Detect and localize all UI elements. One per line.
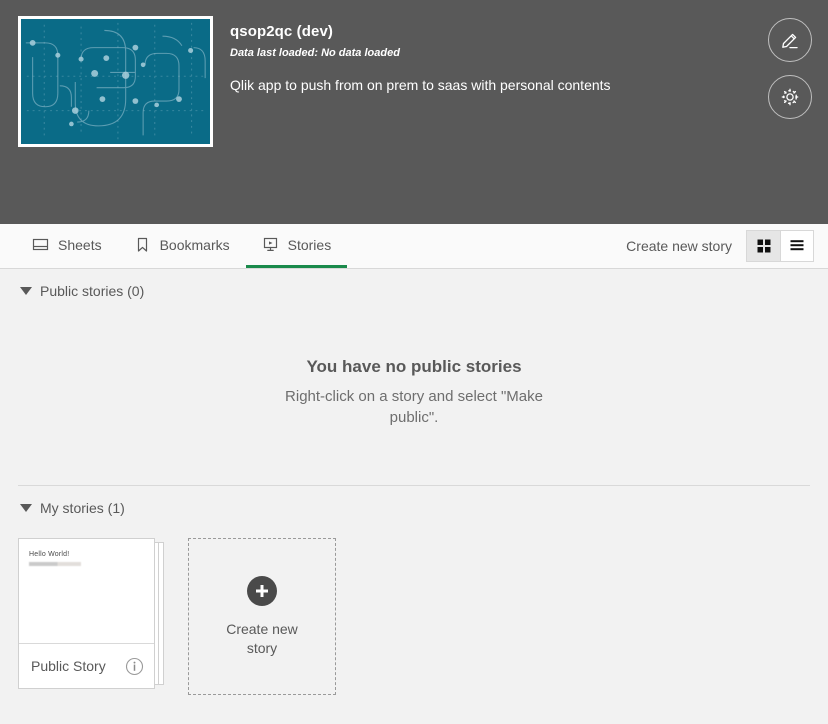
empty-state-subtitle: Right-click on a story and select "Make … <box>285 388 543 427</box>
app-settings-button[interactable] <box>768 75 812 119</box>
tab-sheets[interactable]: Sheets <box>16 224 118 268</box>
story-card-list: Hello World! Public Story Create new sto… <box>0 516 828 696</box>
plus-icon <box>247 576 277 607</box>
gear-icon <box>781 88 799 106</box>
app-header: qsop2qc (dev) Data last loaded: No data … <box>0 0 828 224</box>
public-stories-heading: Public stories (0) <box>40 283 145 299</box>
my-stories-heading: My stories (1) <box>40 500 125 517</box>
chevron-down-icon <box>20 287 32 295</box>
story-card[interactable]: Hello World! Public Story <box>18 538 164 690</box>
list-view-button[interactable] <box>780 231 813 261</box>
app-thumbnail-graphic <box>21 19 210 144</box>
view-toggle <box>746 230 814 262</box>
edit-app-button[interactable] <box>768 18 812 62</box>
story-thumbnail-subtitle <box>29 561 81 566</box>
list-icon <box>790 240 804 251</box>
story-info-icon[interactable] <box>125 657 144 676</box>
app-thumbnail <box>18 16 213 147</box>
story-icon <box>262 236 279 253</box>
public-stories-empty-state: You have no public stories Right-click o… <box>0 299 828 428</box>
tab-sheets-label: Sheets <box>58 236 102 253</box>
grid-view-button[interactable] <box>747 231 780 261</box>
my-stories-section-header[interactable]: My stories (1) <box>0 486 828 516</box>
tab-bookmarks[interactable]: Bookmarks <box>118 224 246 268</box>
story-title: Public Story <box>31 658 106 675</box>
tab-bookmarks-label: Bookmarks <box>159 236 230 253</box>
app-title: qsop2qc (dev) <box>230 23 333 40</box>
sheets-icon <box>32 236 49 253</box>
create-new-story-link[interactable]: Create new story <box>626 238 732 254</box>
grid-icon <box>757 239 770 253</box>
story-thumbnail: Hello World! <box>19 539 154 645</box>
bookmark-icon <box>134 236 151 253</box>
story-card-footer: Public Story <box>19 644 154 688</box>
public-stories-section-header[interactable]: Public stories (0) <box>0 269 828 299</box>
content-area: Public stories (0) You have no public st… <box>0 269 828 724</box>
pencil-icon <box>782 33 798 49</box>
app-info: qsop2qc (dev) Data last loaded: No data … <box>230 16 810 95</box>
create-new-story-tile-label: Create new story <box>226 621 298 656</box>
tab-bar: Sheets Bookmarks Stories Create new stor… <box>0 224 828 269</box>
header-actions <box>768 18 812 119</box>
tab-bar-actions: Create new story <box>626 224 828 268</box>
tab-stories[interactable]: Stories <box>245 224 348 268</box>
app-description: Qlik app to push from on prem to saas wi… <box>230 76 611 93</box>
story-thumbnail-title: Hello World! <box>29 551 70 559</box>
tab-stories-label: Stories <box>287 236 332 253</box>
story-card-face: Hello World! Public Story <box>18 538 155 690</box>
app-last-loaded: Data last loaded: No data loaded <box>230 46 400 59</box>
empty-state-title: You have no public stories <box>306 357 522 376</box>
create-new-story-tile[interactable]: Create new story <box>188 538 336 696</box>
chevron-down-icon <box>20 504 32 513</box>
tabs: Sheets Bookmarks Stories <box>16 224 348 268</box>
